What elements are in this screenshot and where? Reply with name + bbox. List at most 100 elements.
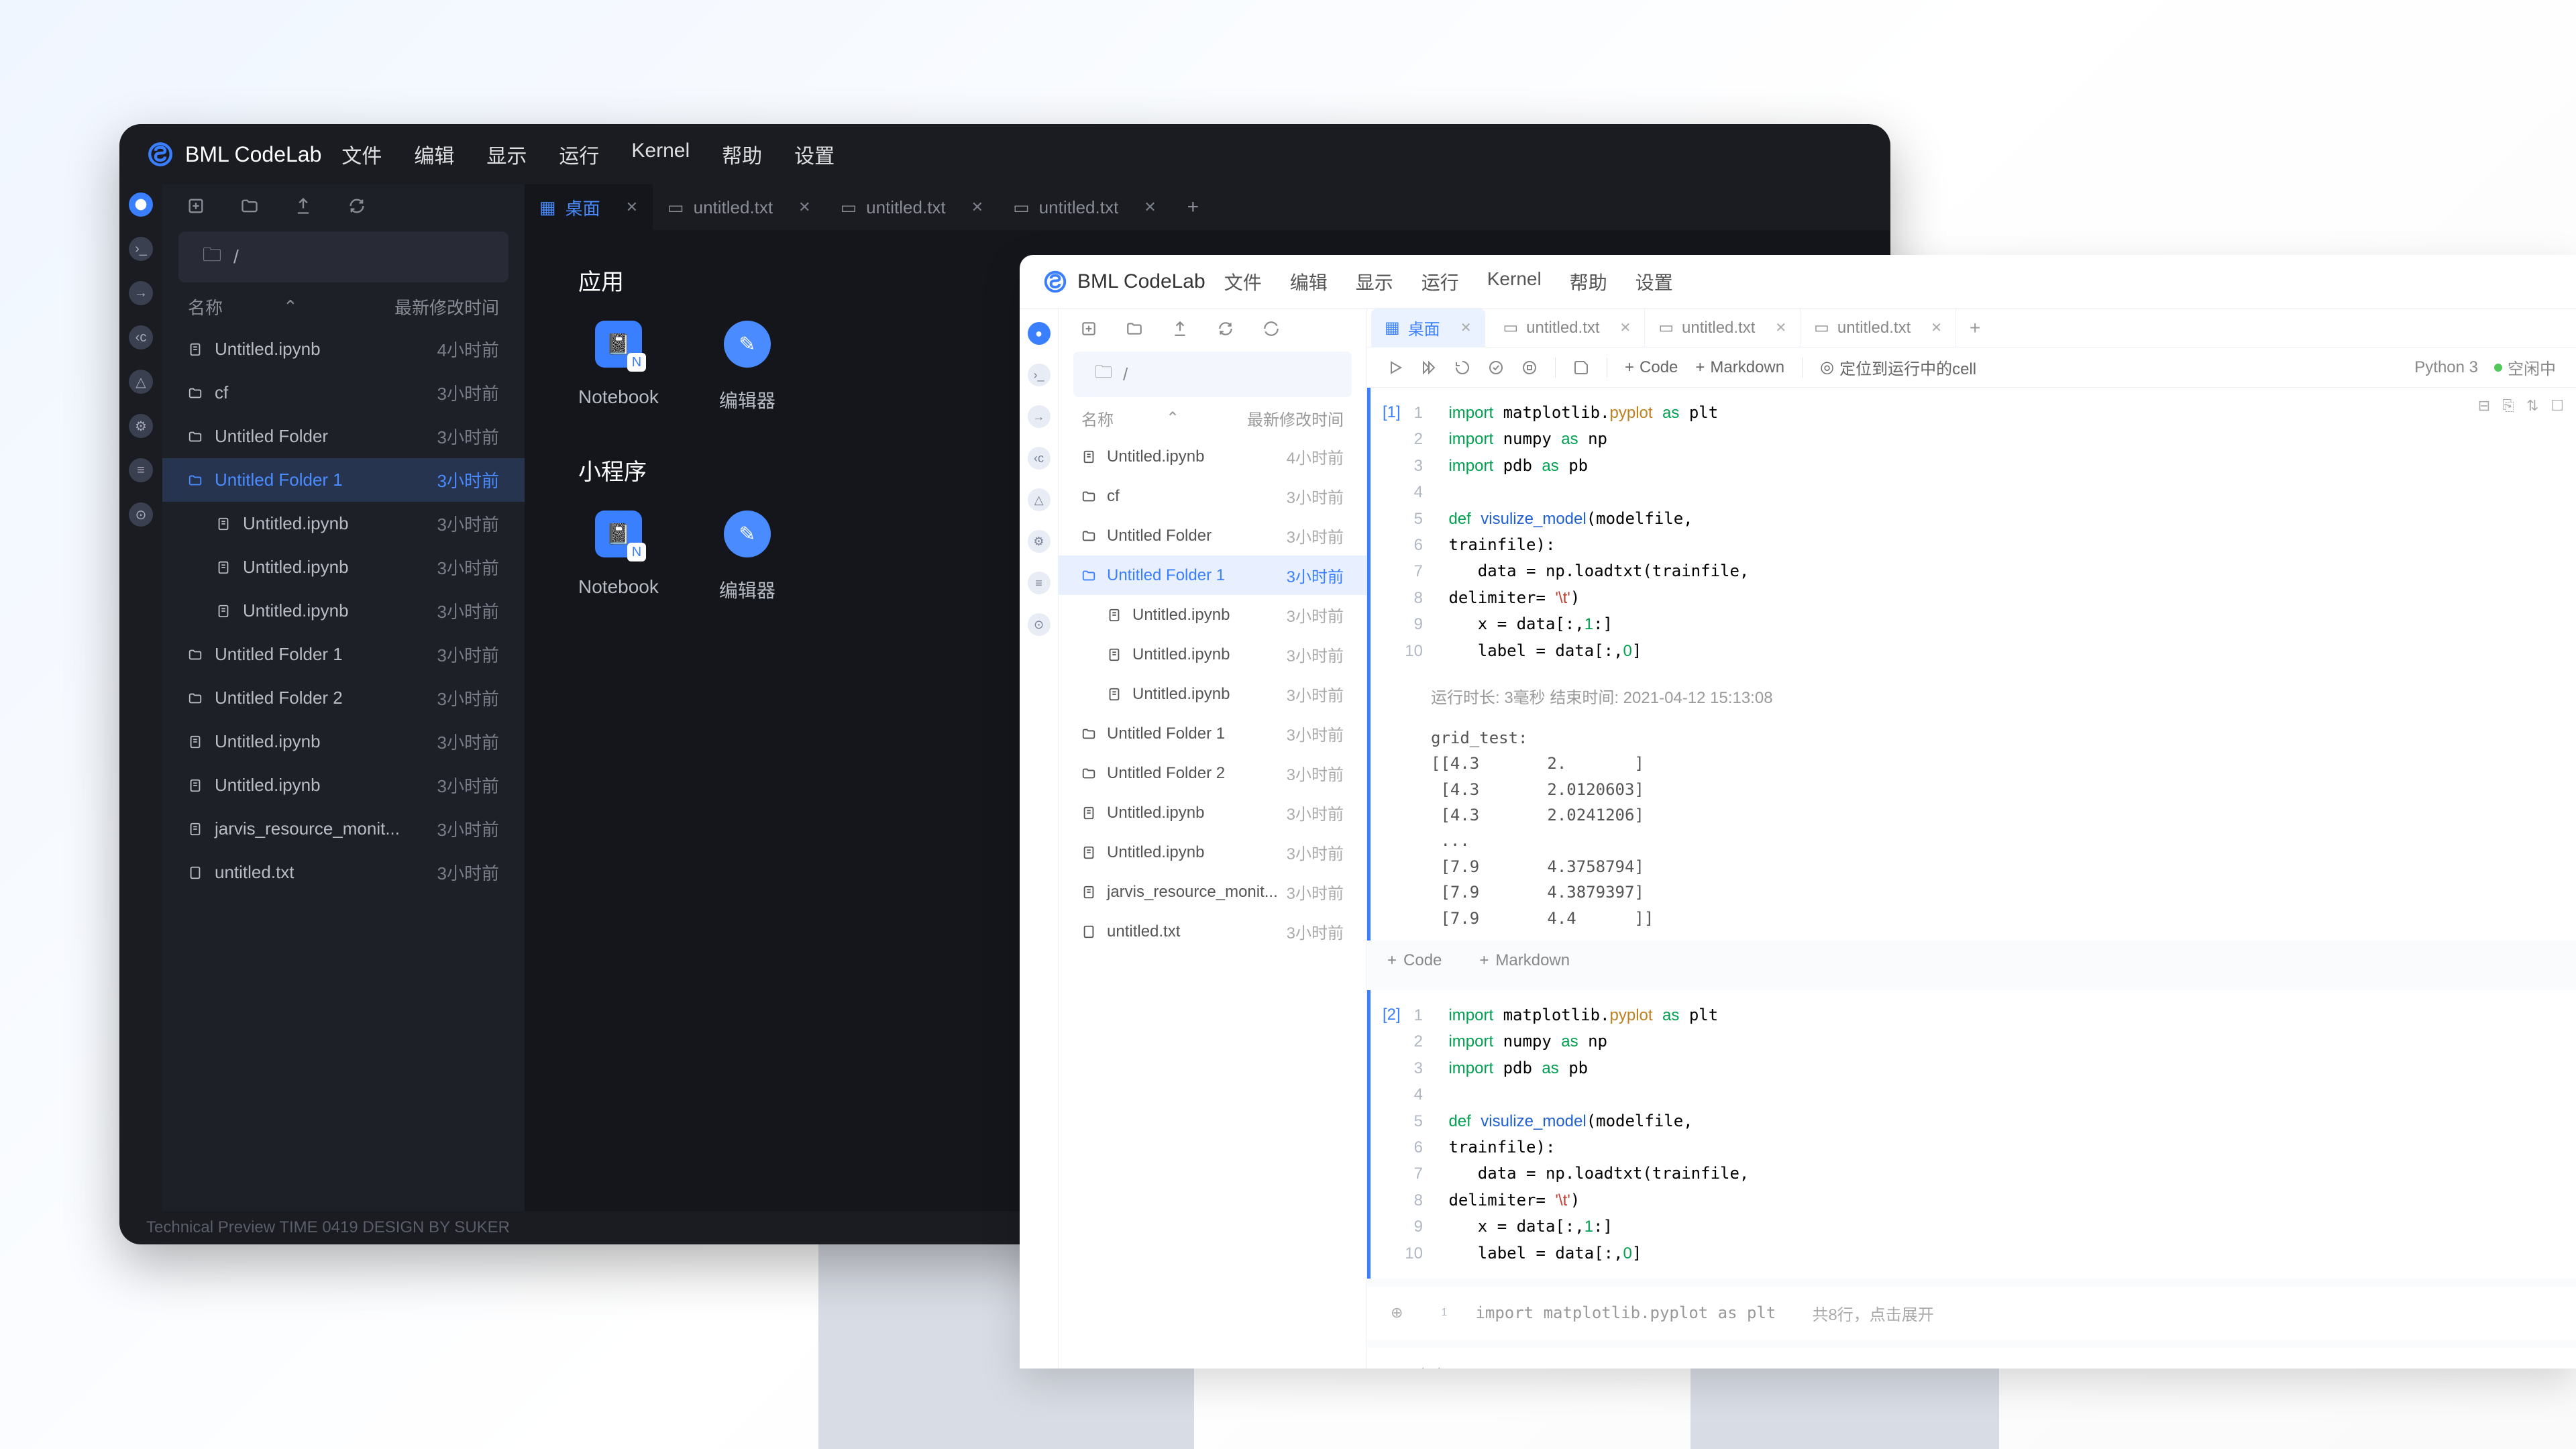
rail-code-icon[interactable]: ‹c <box>129 325 153 350</box>
menu-view[interactable]: 显示 <box>486 140 527 169</box>
menu-file[interactable]: 文件 <box>1224 268 1262 295</box>
menu-file[interactable]: 文件 <box>341 140 382 169</box>
sort-icon[interactable]: ⌃ <box>283 297 298 317</box>
tab-file-1[interactable]: ▭ untitled.txt ✕ <box>653 184 826 230</box>
rail-files-icon[interactable]: ● <box>1028 322 1051 345</box>
file-item[interactable]: Untitled.ipynb3小时前 <box>1059 635 1366 674</box>
save-icon[interactable] <box>1573 360 1589 376</box>
file-item[interactable]: cf3小时前 <box>162 371 525 415</box>
sort-icon[interactable]: ⌃ <box>1166 409 1179 428</box>
tab-file-2[interactable]: ▭ untitled.txt ✕ <box>1645 309 1801 347</box>
file-item[interactable]: Untitled Folder 13小时前 <box>162 633 525 676</box>
rail-link-icon[interactable]: → <box>129 281 153 305</box>
tab-desktop[interactable]: ▦ 桌面 ✕ <box>525 184 653 230</box>
rail-terminal-icon[interactable]: ›_ <box>129 237 153 261</box>
new-folder-icon[interactable] <box>1126 320 1143 337</box>
file-item[interactable]: Untitled.ipynb4小时前 <box>162 327 525 371</box>
close-icon[interactable]: ✕ <box>1620 319 1631 336</box>
rail-list-icon[interactable]: ≡ <box>1028 572 1051 594</box>
menu-view[interactable]: 显示 <box>1356 268 1393 295</box>
menu-run[interactable]: 运行 <box>1421 268 1459 295</box>
new-folder-icon[interactable] <box>240 197 259 215</box>
col-name[interactable]: 名称 <box>1081 407 1114 430</box>
new-file-icon[interactable] <box>1080 320 1097 337</box>
file-item[interactable]: Untitled.ipynb3小时前 <box>162 545 525 589</box>
code-cell-1[interactable]: ⊟ ⎘ ⇅ ☐ [1]1 import matplotlib.pyplot as… <box>1367 388 2576 941</box>
close-icon[interactable]: ✕ <box>971 199 983 216</box>
bookmark-icon[interactable]: ☐ <box>2551 397 2564 415</box>
breadcrumb[interactable]: 🗀 / <box>1073 352 1352 397</box>
add-tab-icon[interactable]: + <box>1956 317 1994 339</box>
file-item[interactable]: Untitled.ipynb4小时前 <box>1059 437 1366 476</box>
launcher-notebook[interactable]: 📓N Notebook <box>578 321 659 413</box>
move-icon[interactable]: ⇅ <box>2526 397 2538 415</box>
file-item[interactable]: Untitled Folder3小时前 <box>162 415 525 458</box>
stop-icon[interactable] <box>1521 360 1538 376</box>
menu-settings[interactable]: 设置 <box>794 140 835 169</box>
file-item[interactable]: Untitled Folder 13小时前 <box>1059 714 1366 753</box>
file-item[interactable]: Untitled.ipynb3小时前 <box>1059 674 1366 714</box>
tab-file-2[interactable]: ▭ untitled.txt ✕ <box>826 184 999 230</box>
rail-files-icon[interactable] <box>129 193 153 217</box>
collapsed-cell-2[interactable]: ⊕ 点击展开 <box>1367 1348 2576 1368</box>
close-icon[interactable]: ✕ <box>1775 319 1786 336</box>
close-icon[interactable]: ✕ <box>798 199 810 216</box>
run-all-icon[interactable] <box>1421 360 1437 376</box>
col-name[interactable]: 名称 <box>188 294 223 319</box>
tab-file-1[interactable]: ▭ untitled.txt ✕ <box>1489 309 1645 347</box>
file-item[interactable]: Untitled.ipynb3小时前 <box>162 720 525 763</box>
refresh-kernel-icon[interactable] <box>1488 360 1504 376</box>
rail-user-icon[interactable]: ⊙ <box>129 502 153 527</box>
close-icon[interactable]: ✕ <box>1144 199 1156 216</box>
file-item[interactable]: Untitled Folder 13小时前 <box>1059 555 1366 595</box>
copy-icon[interactable]: ⎘ <box>2502 397 2514 415</box>
tab-file-3[interactable]: ▭ untitled.txt ✕ <box>1801 309 1956 347</box>
kernel-name[interactable]: Python 3 <box>2414 358 2478 377</box>
col-time[interactable]: 最新修改时间 <box>394 294 499 319</box>
menu-kernel[interactable]: Kernel <box>631 140 690 169</box>
file-item[interactable]: Untitled.ipynb3小时前 <box>1059 793 1366 833</box>
breadcrumb[interactable]: 🗀 / <box>178 231 508 282</box>
add-code-button[interactable]: +Code <box>1625 358 1678 377</box>
refresh-icon[interactable] <box>347 197 366 215</box>
rail-list-icon[interactable]: ≡ <box>129 458 153 482</box>
collapse-icon[interactable]: ⊟ <box>2478 397 2490 415</box>
file-item[interactable]: Untitled Folder 23小时前 <box>162 676 525 720</box>
rail-settings-icon[interactable]: ⚙ <box>1028 530 1051 553</box>
rail-chart-icon[interactable]: △ <box>129 370 153 394</box>
file-item[interactable]: Untitled Folder 13小时前 <box>162 458 525 502</box>
launcher-editor[interactable]: ✎ 编辑器 <box>719 321 775 413</box>
launcher-editor-2[interactable]: ✎ 编辑器 <box>719 511 775 603</box>
menu-help[interactable]: 帮助 <box>1570 268 1607 295</box>
add-tab-icon[interactable]: + <box>1171 196 1216 219</box>
close-icon[interactable]: ✕ <box>1931 319 1942 336</box>
menu-kernel[interactable]: Kernel <box>1487 268 1542 295</box>
sync-icon[interactable] <box>1217 320 1234 337</box>
menu-run[interactable]: 运行 <box>559 140 599 169</box>
upload-icon[interactable] <box>1171 320 1189 337</box>
collapsed-cell-1[interactable]: ⊕ 1 import matplotlib.pyplot as plt 共8行，… <box>1367 1287 2576 1340</box>
file-item[interactable]: cf3小时前 <box>1059 476 1366 516</box>
file-item[interactable]: Untitled.ipynb3小时前 <box>162 502 525 545</box>
file-item[interactable]: Untitled.ipynb3小时前 <box>162 589 525 633</box>
expand-icon[interactable]: ⊕ <box>1391 1365 1403 1368</box>
file-item[interactable]: untitled.txt3小时前 <box>1059 912 1366 951</box>
file-item[interactable]: Untitled Folder 23小时前 <box>1059 753 1366 793</box>
file-item[interactable]: Untitled Folder3小时前 <box>1059 516 1366 555</box>
insert-markdown-button[interactable]: +Markdown <box>1479 951 1570 970</box>
code-area[interactable]: [1]1 import matplotlib.pyplot as plt 2 i… <box>1371 388 2576 676</box>
rail-user-icon[interactable]: ⊙ <box>1028 613 1051 636</box>
rail-settings-icon[interactable]: ⚙ <box>129 414 153 438</box>
menu-settings[interactable]: 设置 <box>1635 268 1673 295</box>
close-icon[interactable]: ✕ <box>626 199 638 216</box>
menu-help[interactable]: 帮助 <box>722 140 762 169</box>
expand-icon[interactable]: ⊕ <box>1391 1304 1403 1322</box>
file-item[interactable]: Untitled.ipynb3小时前 <box>162 763 525 807</box>
tab-desktop[interactable]: ▦ 桌面 ✕ <box>1371 309 1485 347</box>
launcher-notebook-2[interactable]: 📓N Notebook <box>578 511 659 603</box>
file-item[interactable]: untitled.txt3小时前 <box>162 851 525 894</box>
close-icon[interactable]: ✕ <box>1460 319 1472 336</box>
restart-icon[interactable] <box>1454 360 1470 376</box>
rail-code-icon[interactable]: ‹c <box>1028 447 1051 470</box>
file-item[interactable]: jarvis_resource_monit...3小时前 <box>1059 872 1366 912</box>
